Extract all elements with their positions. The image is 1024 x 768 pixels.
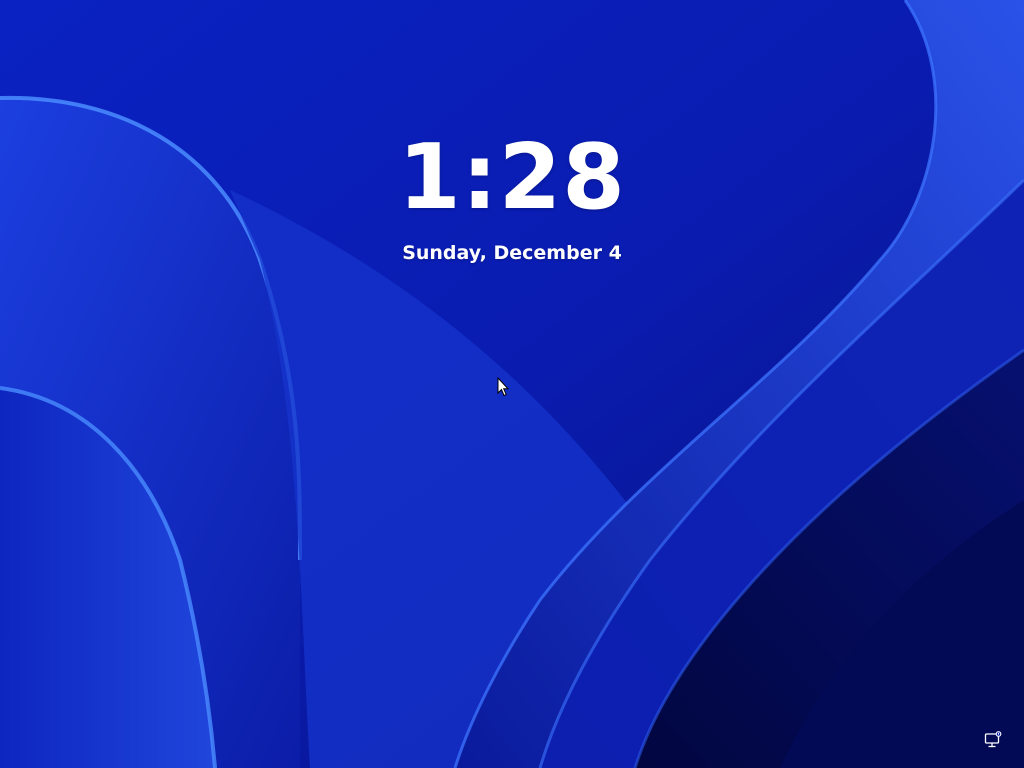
mouse-pointer-icon (497, 377, 509, 397)
wallpaper-background (0, 0, 1024, 768)
lock-screen-clock: 1:28 (398, 125, 626, 230)
lock-screen[interactable]: 1:28 Sunday, December 4 (0, 0, 1024, 768)
network-status-button[interactable] (980, 727, 1006, 753)
network-computer-icon (984, 731, 1002, 748)
lock-screen-date: Sunday, December 4 (402, 242, 622, 264)
